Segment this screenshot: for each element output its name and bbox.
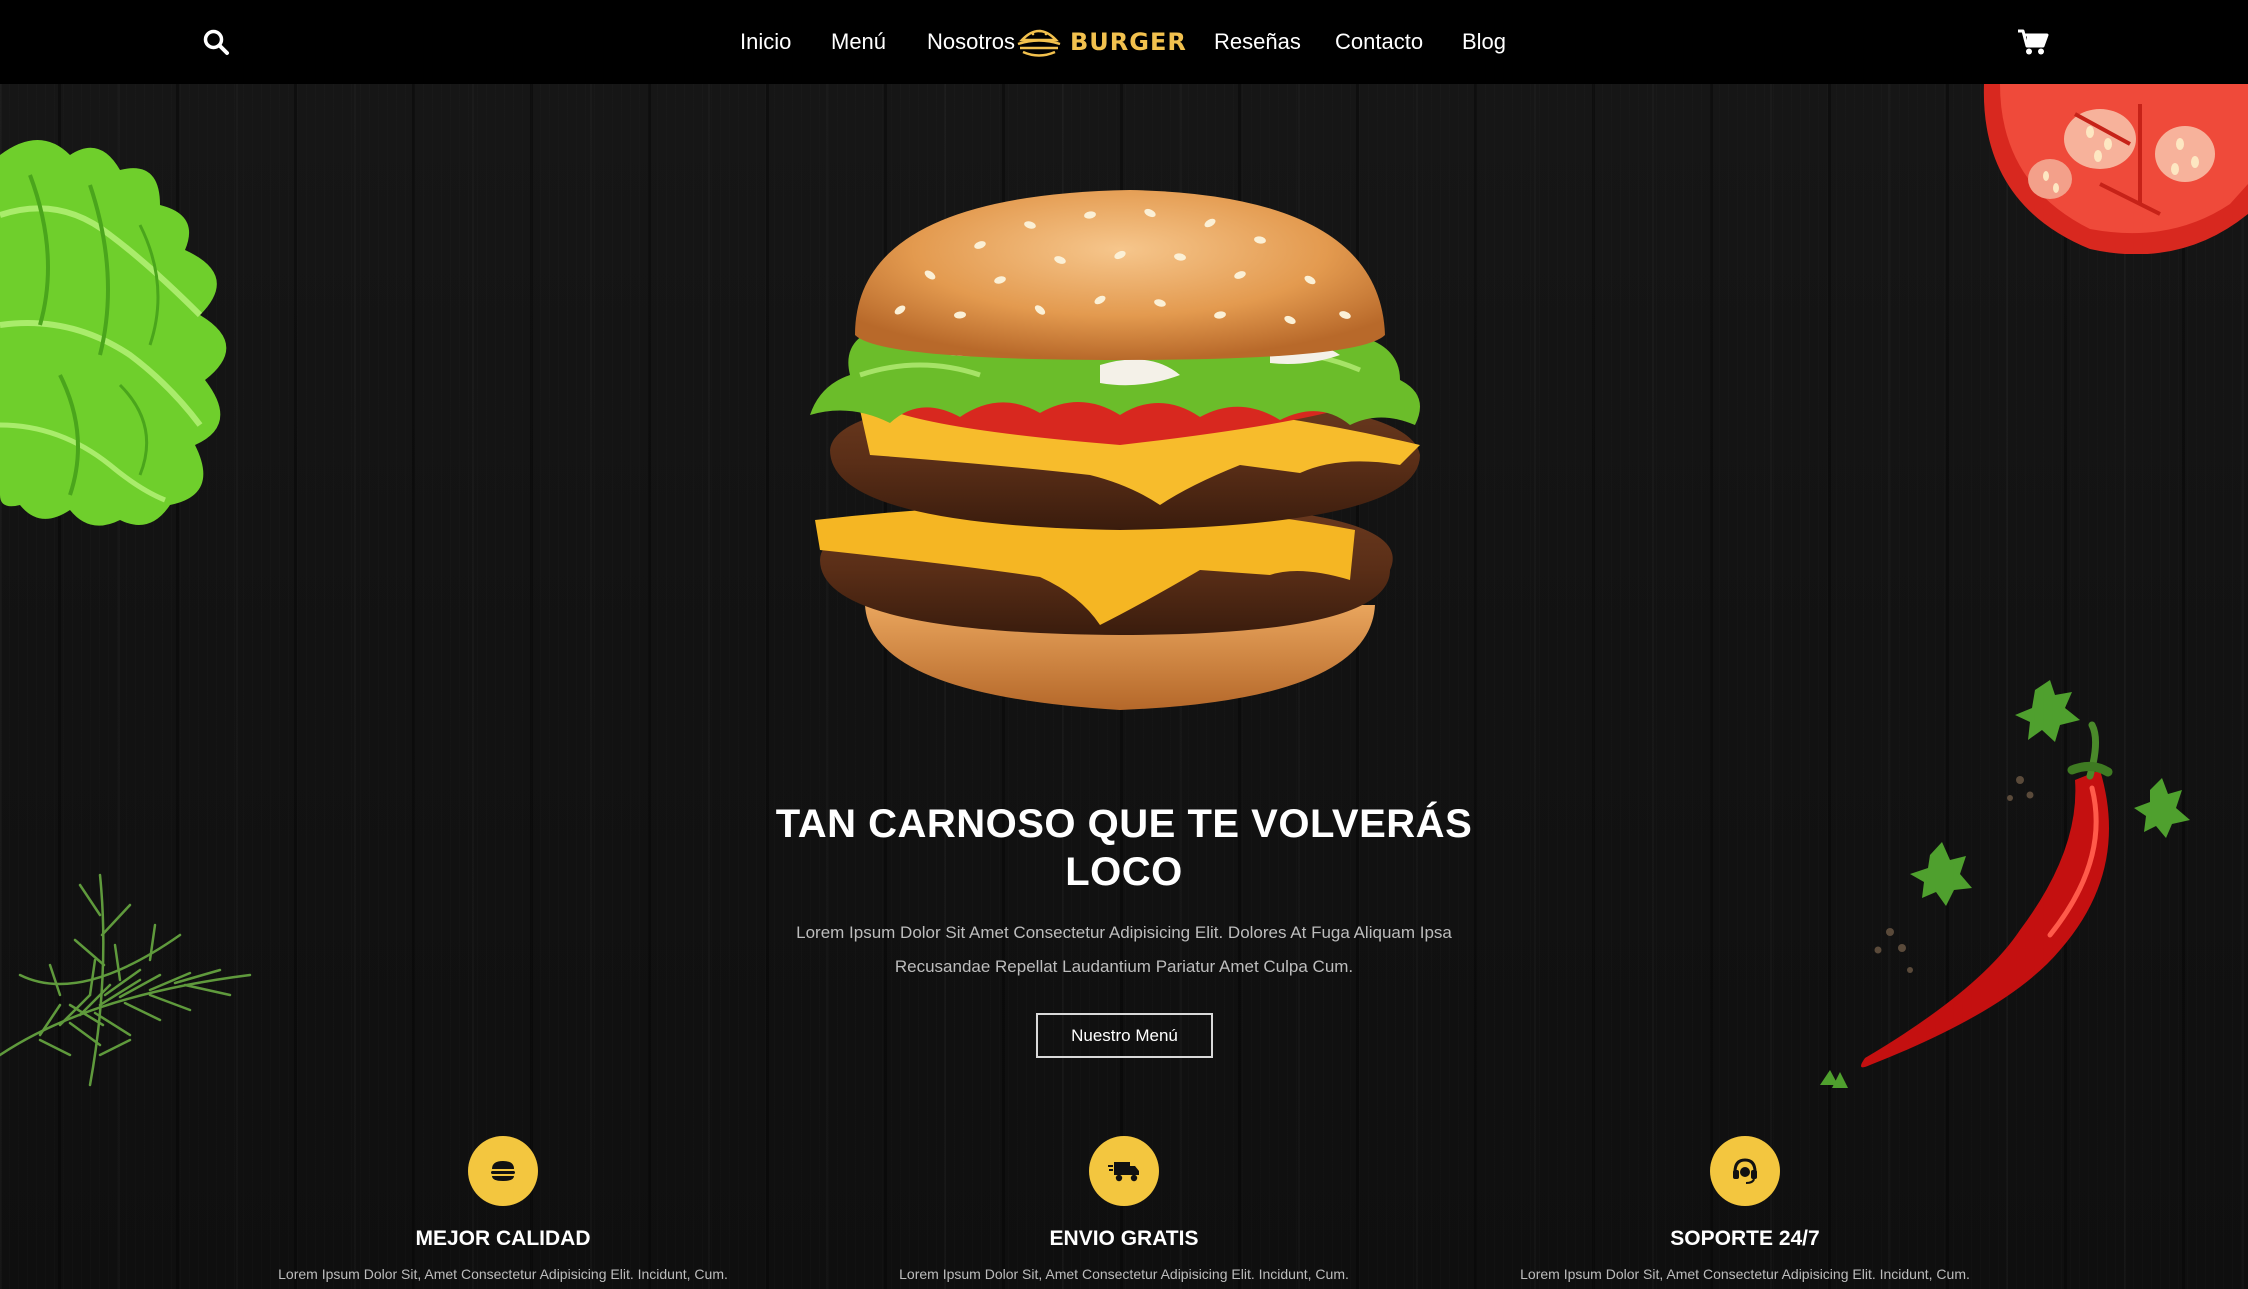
search-icon[interactable]	[200, 26, 232, 58]
nav-link-blog[interactable]: Blog	[1462, 28, 1506, 56]
feature-title: ENVIO GRATIS	[1049, 1227, 1199, 1250]
cart-icon[interactable]	[2016, 26, 2050, 58]
feature-title: SOPORTE 24/7	[1670, 1227, 1820, 1250]
feature-text: Lorem Ipsum Dolor Sit, Amet Consectetur …	[1520, 1266, 1970, 1282]
burger-logo-icon	[1017, 29, 1061, 57]
feature-title: MEJOR CALIDAD	[415, 1227, 591, 1250]
burger-icon	[468, 1136, 538, 1206]
tomato-slice-image	[1983, 84, 2248, 254]
nav-link-inicio[interactable]: Inicio	[740, 28, 791, 56]
headset-icon	[1710, 1136, 1780, 1206]
feature-support: SOPORTE 24/7 Lorem Ipsum Dolor Sit, Amet…	[1465, 1136, 2025, 1284]
nav-link-nosotros[interactable]: Nosotros	[927, 28, 1015, 56]
feature-text: Lorem Ipsum Dolor Sit, Amet Consectetur …	[278, 1266, 728, 1282]
logo-text: BURGER	[1070, 28, 1187, 56]
feature-quality: MEJOR CALIDAD Lorem Ipsum Dolor Sit, Ame…	[223, 1136, 783, 1284]
lettuce-image	[0, 140, 227, 526]
chili-pepper-image	[1820, 680, 2190, 1088]
dill-herb-image	[0, 873, 252, 1087]
burger-hero-image	[810, 190, 1420, 710]
brand-logo[interactable]: BURGER	[1014, 22, 1187, 62]
nav-link-menu[interactable]: Menú	[831, 28, 886, 56]
feature-text: Lorem Ipsum Dolor Sit, Amet Consectetur …	[899, 1266, 1349, 1282]
top-navbar: Inicio Menú Nosotros BURGER Reseñas Cont…	[0, 0, 2248, 84]
nav-link-contacto[interactable]: Contacto	[1335, 28, 1423, 56]
hero-description: Lorem Ipsum Dolor Sit Amet Consectetur A…	[796, 923, 1452, 976]
nav-link-resenas[interactable]: Reseñas	[1214, 28, 1301, 56]
truck-icon	[1089, 1136, 1159, 1206]
hero-title: TAN CARNOSO QUE TE VOLVERÁS LOCO	[775, 802, 1473, 894]
feature-delivery: ENVIO GRATIS Lorem Ipsum Dolor Sit, Amet…	[844, 1136, 1404, 1284]
nuestro-menu-button[interactable]: Nuestro Menú	[1036, 1013, 1213, 1058]
